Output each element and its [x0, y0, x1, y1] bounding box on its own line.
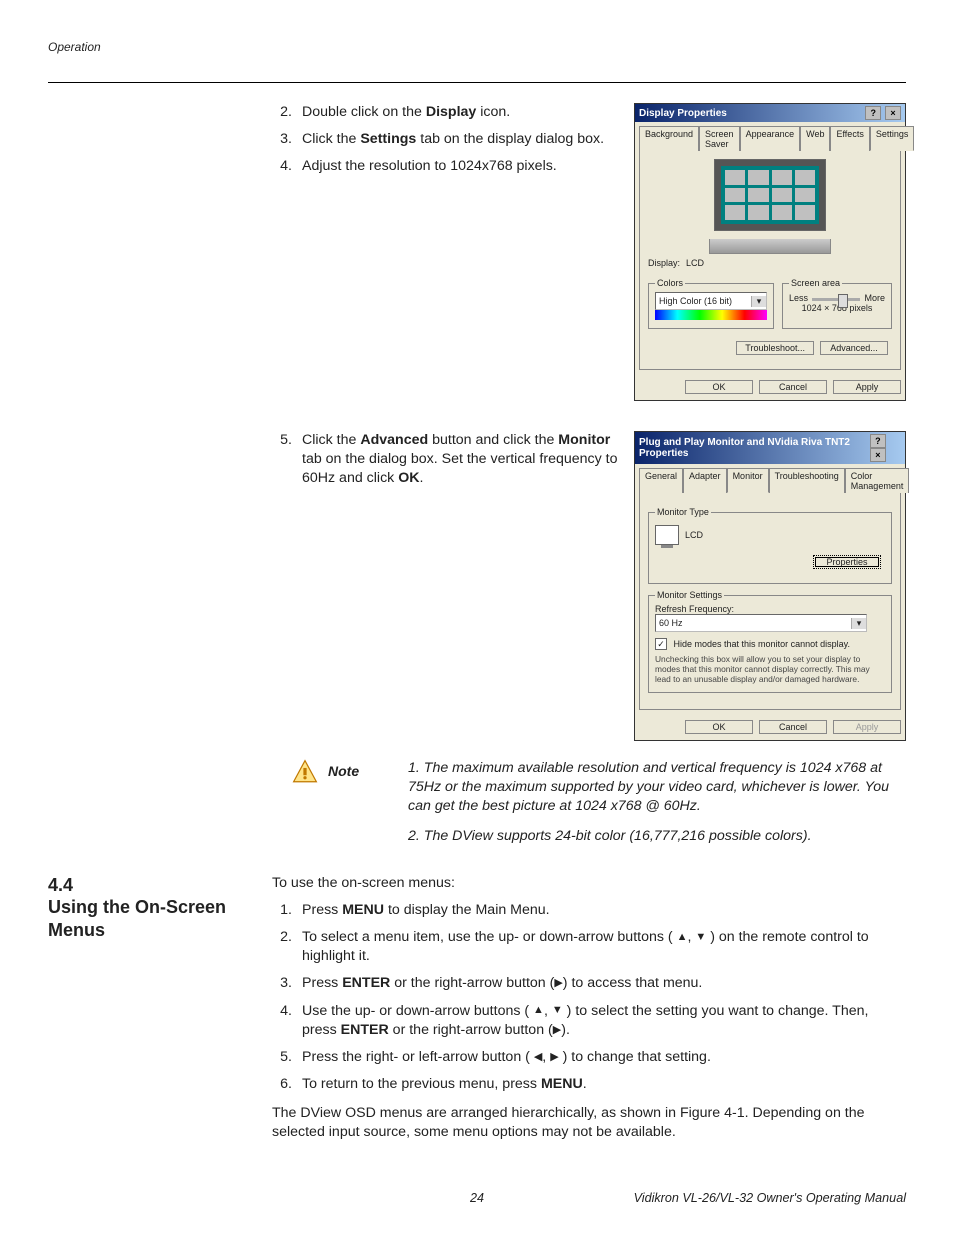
step-text: Press MENU to display the Main Menu. [302, 901, 906, 920]
tab-troubleshooting[interactable]: Troubleshooting [769, 468, 845, 493]
rule-top [48, 82, 906, 83]
chevron-down-icon: ▾ [751, 296, 766, 307]
color-preview-bar [655, 310, 767, 320]
apply-button[interactable]: Apply [833, 380, 901, 394]
tab-general[interactable]: General [639, 468, 683, 493]
colors-value: High Color (16 bit) [656, 296, 751, 306]
slider-less-label: Less [789, 293, 808, 303]
hide-modes-checkbox[interactable]: ✓ [655, 638, 667, 650]
step-num: 5. [272, 431, 292, 489]
step-text: Click the Settings tab on the display di… [302, 130, 618, 149]
close-icon[interactable]: × [885, 106, 901, 120]
tab-effects[interactable]: Effects [830, 126, 869, 151]
tab-web[interactable]: Web [800, 126, 830, 151]
down-arrow-icon: ▼ [695, 930, 706, 945]
ok-button[interactable]: OK [685, 380, 753, 394]
step-num: 3. [272, 974, 292, 993]
note-label: Note [328, 759, 392, 779]
tab-monitor[interactable]: Monitor [727, 468, 769, 493]
advanced-button[interactable]: Advanced... [820, 341, 888, 355]
help-icon[interactable]: ? [870, 434, 886, 448]
refresh-value: 60 Hz [656, 618, 851, 628]
display-properties-dialog: Display Properties ? × Background Screen… [634, 103, 906, 401]
section-number: 4.4 [48, 874, 248, 897]
osd-closing: The DView OSD menus are arranged hierarc… [272, 1104, 906, 1142]
tab-colormgmt[interactable]: Color Management [845, 468, 910, 493]
cancel-button[interactable]: Cancel [759, 380, 827, 394]
tab-screensaver[interactable]: Screen Saver [699, 126, 740, 151]
close-icon[interactable]: × [870, 448, 886, 462]
properties-button[interactable]: Properties [813, 555, 881, 569]
left-margin-col [48, 103, 248, 866]
up-arrow-icon: ▲ [677, 930, 688, 945]
monitor-type-legend: Monitor Type [655, 507, 711, 517]
slider-more-label: More [864, 293, 885, 303]
step-num: 1. [272, 901, 292, 920]
step-num: 5. [272, 1048, 292, 1067]
refresh-label: Refresh Frequency: [655, 604, 885, 614]
right-arrow-icon: ▶ [554, 976, 562, 991]
monitor-stand [709, 239, 831, 254]
troubleshoot-button[interactable]: Troubleshoot... [736, 341, 814, 355]
hide-modes-label: Hide modes that this monitor cannot disp… [674, 639, 850, 649]
down-arrow-icon: ▼ [552, 1003, 563, 1018]
monitor-preview [714, 159, 826, 231]
help-icon[interactable]: ? [865, 106, 881, 120]
tab-adapter[interactable]: Adapter [683, 468, 727, 493]
step-num: 4. [272, 157, 292, 176]
step-text: Double click on the Display icon. [302, 103, 618, 122]
up-arrow-icon: ▲ [533, 1003, 544, 1018]
step-text: Press the right- or left-arrow button ( … [302, 1048, 906, 1067]
dialog-titlebar: Display Properties ? × [635, 104, 905, 122]
step-text: Adjust the resolution to 1024x768 pixels… [302, 157, 618, 176]
page-number: 24 [48, 1191, 906, 1205]
step-text: Use the up- or down-arrow buttons ( ▲, ▼… [302, 1002, 906, 1040]
step-num: 2. [272, 928, 292, 966]
step-num: 4. [272, 1002, 292, 1040]
cancel-button[interactable]: Cancel [759, 720, 827, 734]
step-text: To return to the previous menu, press ME… [302, 1075, 906, 1094]
refresh-dropdown[interactable]: 60 Hz ▾ [655, 614, 867, 632]
resolution-slider[interactable] [812, 298, 860, 301]
apply-button[interactable]: Apply [833, 720, 901, 734]
colors-dropdown[interactable]: High Color (16 bit) ▾ [655, 292, 767, 310]
monitor-settings-legend: Monitor Settings [655, 590, 724, 600]
ok-button[interactable]: OK [685, 720, 753, 734]
tab-settings[interactable]: Settings [870, 126, 915, 151]
right-arrow-icon: ▶ [553, 1023, 561, 1038]
screenarea-legend: Screen area [789, 278, 842, 288]
right-arrow-icon: ▶ [550, 1050, 558, 1065]
running-head: Operation [48, 40, 906, 54]
step-num: 2. [272, 103, 292, 122]
note-text-2: 2. The DView supports 24-bit color (16,7… [408, 827, 906, 846]
note-text-1: 1. The maximum available resolution and … [408, 759, 906, 817]
step-num: 3. [272, 130, 292, 149]
tab-appearance[interactable]: Appearance [740, 126, 801, 151]
colors-legend: Colors [655, 278, 685, 288]
note-icon [292, 759, 318, 785]
left-arrow-icon: ◀ [534, 1050, 542, 1065]
hide-modes-desc: Unchecking this box will allow you to se… [655, 654, 885, 684]
display-value: LCD [686, 258, 704, 268]
dialog-title: Display Properties [639, 108, 727, 119]
step-num: 6. [272, 1075, 292, 1094]
chevron-down-icon: ▾ [851, 618, 866, 629]
monitor-icon [655, 525, 679, 545]
step-text: To select a menu item, use the up- or do… [302, 928, 906, 966]
dialog1-tabs: Background Screen Saver Appearance Web E… [635, 122, 905, 151]
slider-thumb[interactable] [838, 294, 848, 308]
tab-background[interactable]: Background [639, 126, 699, 151]
step-text: Click the Advanced button and click the … [302, 431, 618, 489]
steps-top: 2. Double click on the Display icon. 3. … [272, 103, 618, 177]
monitor-type-value: LCD [685, 530, 703, 540]
step-text: Press ENTER or the right-arrow button (▶… [302, 974, 906, 993]
monitor-properties-dialog: Plug and Play Monitor and NVidia Riva TN… [634, 431, 906, 741]
resolution-text: 1024 × 768 pixels [789, 303, 885, 313]
osd-intro: To use the on-screen menus: [272, 874, 906, 893]
dialog-title: Plug and Play Monitor and NVidia Riva TN… [639, 437, 869, 459]
display-label: Display: [648, 258, 680, 268]
section-title: Using the On-Screen Menus [48, 896, 248, 941]
